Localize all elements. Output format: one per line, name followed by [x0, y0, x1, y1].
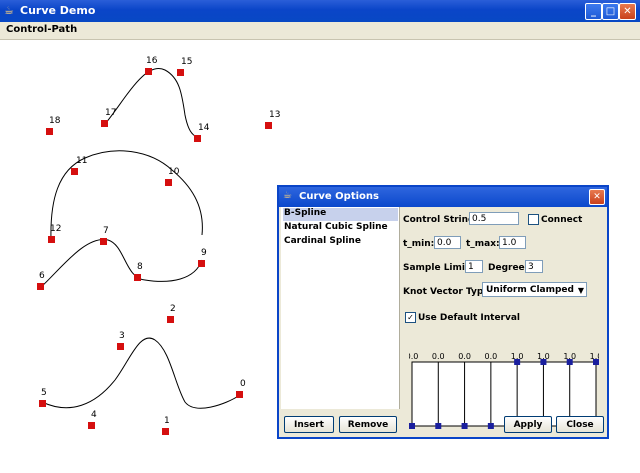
- sample-limit-label: Sample Limit:: [403, 263, 473, 273]
- dialog-title-bar: ☕ Curve Options ✕: [279, 187, 607, 207]
- control-point-8[interactable]: [134, 274, 141, 281]
- t-max-label: t_max:: [466, 239, 500, 249]
- curve-mid: [39, 239, 203, 289]
- knot-vector-type-value: Uniform Clamped: [486, 285, 574, 295]
- list-item-b-spline[interactable]: B-Spline: [283, 208, 398, 221]
- list-item-natural-cubic-spline[interactable]: Natural Cubic Spline: [283, 222, 388, 235]
- knot-vector-type-label: Knot Vector Type:: [403, 287, 494, 297]
- control-point-3[interactable]: [117, 343, 124, 350]
- insert-button[interactable]: Insert: [284, 416, 334, 433]
- point-label-10: 10: [168, 167, 180, 177]
- point-label-12: 12: [50, 224, 62, 234]
- sample-limit-field[interactable]: 1: [465, 260, 483, 273]
- maximize-button[interactable]: □: [602, 3, 619, 20]
- remove-button[interactable]: Remove: [339, 416, 397, 433]
- point-label-1: 1: [164, 416, 170, 426]
- control-point-2[interactable]: [167, 316, 174, 323]
- point-label-3: 3: [119, 331, 125, 341]
- control-point-5[interactable]: [39, 400, 46, 407]
- control-point-17[interactable]: [101, 120, 108, 127]
- curve-upper-loop: [50, 150, 203, 241]
- knot-value-label: 1.0: [563, 352, 576, 361]
- dialog-title: Curve Options: [299, 191, 379, 202]
- use-default-interval-label: Use Default Interval: [418, 313, 521, 323]
- point-label-7: 7: [103, 226, 109, 236]
- knot-value-label: 1.0: [590, 352, 599, 361]
- control-point-7[interactable]: [100, 238, 107, 245]
- control-point-13[interactable]: [265, 122, 272, 129]
- degree-label: Degree:: [488, 263, 529, 273]
- point-label-13: 13: [269, 110, 281, 120]
- control-point-16[interactable]: [145, 68, 152, 75]
- control-point-12[interactable]: [48, 236, 55, 243]
- control-point-4[interactable]: [88, 422, 95, 429]
- point-label-15: 15: [181, 57, 193, 67]
- knot-value-label: 0.0: [484, 352, 497, 361]
- control-point-10[interactable]: [165, 179, 172, 186]
- point-label-16: 16: [146, 56, 158, 66]
- control-point-1[interactable]: [162, 428, 169, 435]
- point-label-17: 17: [105, 108, 117, 118]
- point-label-6: 6: [39, 271, 45, 281]
- connect-label: Connect: [541, 215, 583, 225]
- point-label-5: 5: [41, 388, 47, 398]
- t-max-field[interactable]: 1.0: [499, 236, 526, 249]
- point-label-8: 8: [137, 262, 143, 272]
- knot-value-label: 1.0: [511, 352, 524, 361]
- point-label-9: 9: [201, 248, 207, 258]
- point-label-11: 11: [76, 156, 88, 166]
- dialog-close-icon[interactable]: ✕: [589, 189, 605, 205]
- knot-handle[interactable]: [487, 423, 494, 429]
- list-item-cardinal-spline[interactable]: Cardinal Spline: [283, 236, 361, 249]
- control-point-15[interactable]: [177, 69, 184, 76]
- curve-top: [104, 67, 198, 138]
- knot-vector-type-select[interactable]: Uniform Clamped ▼: [482, 282, 587, 297]
- java-icon: ☕: [4, 4, 14, 17]
- curve-bottom: [41, 337, 241, 409]
- point-label-14: 14: [198, 123, 210, 133]
- point-label-18: 18: [49, 116, 61, 126]
- control-point-14[interactable]: [194, 135, 201, 142]
- t-min-label: t_min:: [403, 239, 435, 249]
- options-panel: Control String: 0.5 Connect t_min: 0.0 t…: [401, 207, 605, 429]
- minimize-button[interactable]: _: [585, 3, 602, 20]
- apply-button[interactable]: Apply: [504, 416, 552, 433]
- close-dialog-button[interactable]: Close: [556, 416, 604, 433]
- chevron-down-icon: ▼: [577, 286, 584, 295]
- knot-value-label: 1.0: [537, 352, 550, 361]
- control-point-9[interactable]: [198, 260, 205, 267]
- java-icon: ☕: [283, 190, 292, 201]
- curve-options-dialog: ☕ Curve Options ✕ B-Spline Natural Cubic…: [277, 185, 609, 439]
- knot-value-label: 0.0: [409, 352, 418, 361]
- knot-handle[interactable]: [409, 423, 415, 429]
- point-label-4: 4: [91, 410, 97, 420]
- close-button[interactable]: ✕: [619, 3, 636, 20]
- point-label-2: 2: [170, 304, 176, 314]
- use-default-interval-checkbox[interactable]: ✓: [405, 312, 416, 323]
- control-point-11[interactable]: [71, 168, 78, 175]
- knot-value-label: 0.0: [458, 352, 471, 361]
- t-min-field[interactable]: 0.0: [434, 236, 461, 249]
- control-point-0[interactable]: [236, 391, 243, 398]
- degree-field[interactable]: 3: [525, 260, 543, 273]
- connect-checkbox[interactable]: [528, 214, 539, 225]
- control-point-18[interactable]: [46, 128, 53, 135]
- curve-type-list: B-Spline Natural Cubic Spline Cardinal S…: [281, 207, 400, 409]
- knot-handle[interactable]: [461, 423, 468, 429]
- menu-bar: Control-Path: [0, 22, 640, 40]
- title-bar: ☕ Curve Demo _ □ ✕: [0, 0, 640, 22]
- control-string-label: Control String:: [403, 215, 479, 225]
- point-label-0: 0: [240, 379, 246, 389]
- menu-control-path[interactable]: Control-Path: [6, 24, 77, 35]
- control-point-6[interactable]: [37, 283, 44, 290]
- knot-handle[interactable]: [435, 423, 442, 429]
- control-string-field[interactable]: 0.5: [469, 212, 519, 225]
- knot-value-label: 0.0: [432, 352, 445, 361]
- window-title: Curve Demo: [20, 4, 96, 17]
